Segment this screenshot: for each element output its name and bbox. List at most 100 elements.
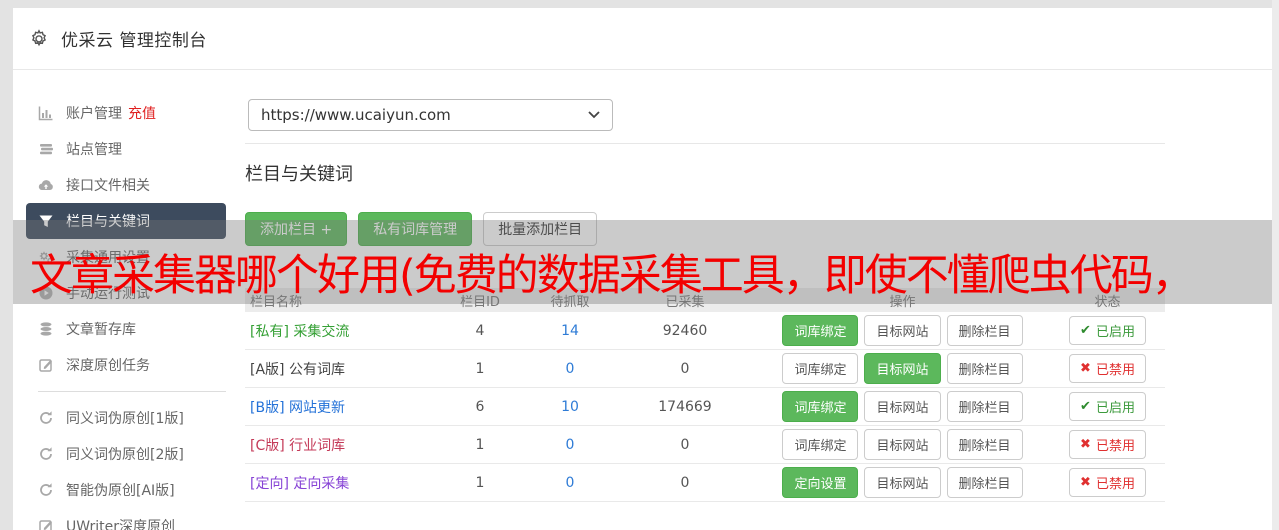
- scrollbar-track[interactable]: [1272, 0, 1279, 530]
- sidebar-item-label: 同义词伪原创[2版]: [66, 447, 184, 463]
- delete-column-button[interactable]: 删除栏目: [946, 429, 1023, 460]
- status-cell: ✔ 已启用: [1050, 316, 1165, 345]
- delete-column-button[interactable]: 删除栏目: [946, 353, 1023, 384]
- collected-count: 92460: [662, 322, 708, 339]
- status-label: 已禁用: [1095, 477, 1135, 492]
- sidebar-item-label: 账户管理: [66, 106, 122, 122]
- refresh-icon: [38, 482, 54, 498]
- sidebar-item-article-buffer[interactable]: 文章暂存库: [13, 311, 240, 347]
- gear-icon: [29, 28, 49, 49]
- content-divider: [245, 143, 1165, 144]
- edit-icon: [38, 518, 54, 530]
- table-row: [C版] 行业词库 1 0 0 词库绑定 目标网站 删除栏目 ✖ 已禁用: [245, 426, 1165, 464]
- row-actions: 定向设置 目标网站 删除栏目: [755, 467, 1050, 498]
- bar-chart-icon: [38, 105, 54, 121]
- status-badge[interactable]: ✖ 已禁用: [1069, 354, 1146, 383]
- delete-column-button[interactable]: 删除栏目: [946, 467, 1023, 498]
- page-title: 栏目与关键词: [245, 164, 353, 185]
- sidebar-item-label: 文章暂存库: [66, 322, 136, 338]
- site-select[interactable]: https://www.ucaiyun.com: [248, 99, 613, 131]
- column-name-link[interactable]: [B版] 网站更新: [245, 397, 435, 417]
- status-cell: ✔ 已启用: [1050, 392, 1165, 421]
- target-site-button[interactable]: 目标网站: [864, 353, 941, 384]
- refresh-icon: [38, 410, 54, 426]
- cloud-upload-icon: [38, 177, 54, 193]
- sidebar-item-synonym-v2[interactable]: 同义词伪原创[2版]: [13, 436, 240, 472]
- pending-count-link[interactable]: 0: [525, 437, 615, 453]
- cross-icon: ✖: [1080, 361, 1091, 376]
- column-name-link[interactable]: [A版] 公有词库: [245, 359, 435, 379]
- row-actions: 词库绑定 目标网站 删除栏目: [755, 391, 1050, 422]
- sidebar-item-synonym-v1[interactable]: 同义词伪原创[1版]: [13, 400, 240, 436]
- pending-count-link[interactable]: 14: [525, 323, 615, 339]
- delete-column-button[interactable]: 删除栏目: [946, 315, 1023, 346]
- column-name-link[interactable]: [私有] 采集交流: [245, 321, 435, 341]
- status-cell: ✖ 已禁用: [1050, 430, 1165, 459]
- collected-count: 0: [680, 360, 690, 377]
- column-id: 1: [475, 474, 485, 491]
- lexicon-bind-button[interactable]: 词库绑定: [782, 315, 859, 346]
- sidebar-item-sites[interactable]: 站点管理: [13, 131, 240, 167]
- column-id: 1: [475, 360, 485, 377]
- row-actions: 词库绑定 目标网站 删除栏目: [755, 353, 1050, 384]
- overlay-caption-text: 文章采集器哪个好用(免费的数据采集工具，即使不懂爬虫代码，: [30, 251, 1195, 301]
- app-header: 优采云 管理控制台: [13, 8, 1272, 70]
- sidebar-item-account[interactable]: 账户管理 充值: [13, 95, 240, 131]
- status-label: 已启用: [1095, 401, 1135, 416]
- refresh-icon: [38, 446, 54, 462]
- lexicon-bind-button[interactable]: 词库绑定: [782, 391, 859, 422]
- collected-count: 0: [680, 436, 690, 453]
- sidebar-item-label: 深度原创任务: [66, 358, 150, 374]
- column-name-link[interactable]: [C版] 行业词库: [245, 435, 435, 455]
- status-badge[interactable]: ✔ 已启用: [1069, 392, 1146, 421]
- sidebar-item-interface-files[interactable]: 接口文件相关: [13, 167, 240, 203]
- table-row: [A版] 公有词库 1 0 0 词库绑定 目标网站 删除栏目 ✖ 已禁用: [245, 350, 1165, 388]
- row-actions: 词库绑定 目标网站 删除栏目: [755, 429, 1050, 460]
- list-icon: [38, 141, 54, 157]
- sidebar-item-label: 站点管理: [66, 142, 122, 158]
- table-row: [私有] 采集交流 4 14 92460 词库绑定 目标网站 删除栏目 ✔ 已启…: [245, 312, 1165, 350]
- target-site-button[interactable]: 目标网站: [864, 467, 941, 498]
- target-site-button[interactable]: 目标网站: [864, 315, 941, 346]
- target-site-button[interactable]: 目标网站: [864, 429, 941, 460]
- check-icon: ✔: [1080, 323, 1091, 338]
- status-cell: ✖ 已禁用: [1050, 354, 1165, 383]
- directional-setting-button[interactable]: 定向设置: [782, 467, 859, 498]
- sidebar-item-label: 接口文件相关: [66, 178, 150, 194]
- sidebar-item-label: 同义词伪原创[1版]: [66, 411, 184, 427]
- row-actions: 词库绑定 目标网站 删除栏目: [755, 315, 1050, 346]
- sidebar-item-uwriter[interactable]: UWriter深度原创: [13, 508, 240, 530]
- columns-table: 栏目名称 栏目ID 待抓取 已采集 操作 状态 [私有] 采集交流 4 14 9…: [245, 288, 1165, 502]
- status-label: 已启用: [1095, 325, 1135, 340]
- pending-count-link[interactable]: 0: [525, 475, 615, 491]
- app-title: 优采云 管理控制台: [61, 31, 207, 51]
- sidebar-item-label: 智能伪原创[AI版]: [66, 483, 175, 499]
- delete-column-button[interactable]: 删除栏目: [946, 391, 1023, 422]
- lexicon-bind-button[interactable]: 词库绑定: [782, 429, 859, 460]
- sidebar-item-ai-rewrite[interactable]: 智能伪原创[AI版]: [13, 472, 240, 508]
- check-icon: ✔: [1080, 399, 1091, 414]
- edit-icon: [38, 357, 54, 373]
- sidebar-item-deep-original-task[interactable]: 深度原创任务: [13, 347, 240, 383]
- table-row: [定向] 定向采集 1 0 0 定向设置 目标网站 删除栏目 ✖ 已禁用: [245, 464, 1165, 502]
- cross-icon: ✖: [1080, 437, 1091, 452]
- column-id: 4: [475, 322, 485, 339]
- lexicon-bind-button[interactable]: 词库绑定: [782, 353, 859, 384]
- pending-count-link[interactable]: 10: [525, 399, 615, 415]
- recharge-badge[interactable]: 充值: [128, 103, 156, 123]
- status-label: 已禁用: [1095, 363, 1135, 378]
- collected-count: 174669: [658, 398, 712, 415]
- cross-icon: ✖: [1080, 475, 1091, 490]
- sidebar-item-label: UWriter深度原创: [66, 519, 175, 530]
- column-name-link[interactable]: [定向] 定向采集: [245, 473, 435, 493]
- status-badge[interactable]: ✖ 已禁用: [1069, 430, 1146, 459]
- collected-count: 0: [680, 474, 690, 491]
- target-site-button[interactable]: 目标网站: [864, 391, 941, 422]
- pending-count-link[interactable]: 0: [525, 361, 615, 377]
- status-badge[interactable]: ✔ 已启用: [1069, 316, 1146, 345]
- column-id: 1: [475, 436, 485, 453]
- status-badge[interactable]: ✖ 已禁用: [1069, 468, 1146, 497]
- table-row: [B版] 网站更新 6 10 174669 词库绑定 目标网站 删除栏目 ✔ 已…: [245, 388, 1165, 426]
- database-icon: [38, 321, 54, 337]
- site-select-value: https://www.ucaiyun.com: [261, 106, 451, 124]
